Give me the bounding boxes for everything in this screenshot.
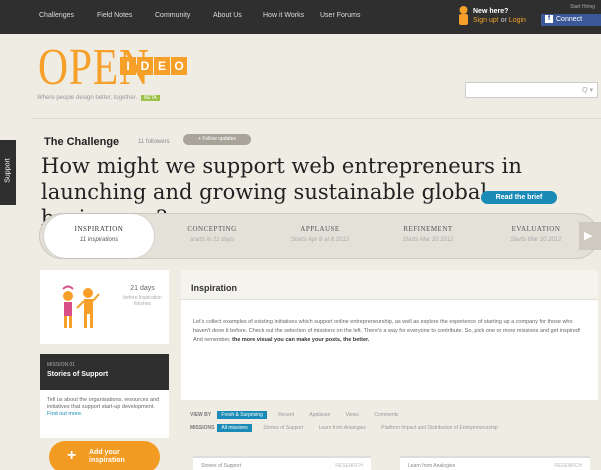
card-tag: RESEARCH (335, 463, 363, 469)
filter-platform-impact[interactable]: Platform Impact and Distribution of Entr… (377, 424, 501, 432)
corner-text: Start Hiring (570, 4, 596, 10)
phase-concepting[interactable]: CONCEPTING starts in 21 days (162, 214, 262, 258)
nav-about-us[interactable]: About Us (213, 12, 242, 19)
inspiration-header: Inspiration (181, 270, 598, 300)
filter-applause[interactable]: Applause (305, 411, 334, 419)
add-inspiration-button[interactable]: + Add your inspiration (49, 441, 160, 470)
phase-sub: starts in 21 days (190, 237, 234, 243)
tagline: Where people design better, together. BET… (37, 95, 160, 101)
days-remaining-sub: before Inspiration finishes (123, 295, 162, 307)
filter-learn-from-analogies[interactable]: Learn from Analogies (315, 424, 370, 432)
phase-name: EVALUATION (511, 225, 561, 233)
support-tab[interactable]: Support (0, 140, 16, 205)
phase-sub: Starts Apr 8 at 8.2012 (290, 237, 350, 243)
phase-next-button[interactable]: ▶ (579, 222, 601, 250)
facebook-connect-button[interactable]: f Connect (541, 14, 601, 26)
logo-ideo: I D E O (120, 57, 187, 75)
nav-user-forums[interactable]: User Forums (320, 12, 360, 19)
card-tag: RESEARCH (554, 463, 582, 469)
new-here-label: New here? (473, 8, 509, 15)
inspiration-panel: Inspiration Let's collect examples of ex… (181, 270, 598, 400)
phase-refinement[interactable]: REFINEMENT Starts Mar 20.2012 (378, 214, 478, 258)
countdown-box: 21 days before Inspiration finishes (40, 270, 169, 344)
search-glyph: Q (582, 87, 588, 94)
chevron-right-icon: ▶ (584, 230, 593, 242)
guest-icon (459, 6, 468, 25)
missions-header[interactable]: MISSION 01 Stories of Support (40, 354, 169, 390)
tagline-text: Where people design better, together. (37, 95, 138, 101)
nav-challenges[interactable]: Challenges (39, 12, 74, 19)
filter-views[interactable]: Views (342, 411, 363, 419)
connect-label: Connect (556, 16, 583, 23)
top-nav: Challenges Field Notes Community About U… (0, 0, 601, 34)
inspiration-body-bold: the more visual you can make your posts,… (232, 337, 370, 343)
card-title: Stories of Support (201, 463, 242, 469)
inspiration-body: Let's collect examples of existing initi… (193, 318, 589, 345)
phase-sub: 11 inspirations (79, 237, 119, 243)
inspiration-card[interactable]: Learn from Analogies RESEARCH (400, 456, 590, 470)
phase-applause[interactable]: APPLAUSE Starts Apr 8 at 8.2012 (270, 214, 370, 258)
logo-ideo-letter: E (154, 57, 170, 75)
filter-stories-of-support[interactable]: Stories of Support (259, 424, 307, 432)
support-label: Support (4, 158, 12, 183)
phase-name: APPLAUSE (300, 225, 340, 233)
inspiration-card[interactable]: Stories of Support RESEARCH (193, 456, 371, 470)
signup-login-links: Sign up! or Login (473, 17, 526, 24)
filter-recent[interactable]: Recent (274, 411, 298, 419)
read-brief-button[interactable]: Read the brief (481, 191, 557, 204)
filter-comments[interactable]: Comments (370, 411, 402, 419)
inspiration-title: Inspiration (191, 283, 238, 293)
header-divider (32, 118, 601, 119)
nav-community[interactable]: Community (155, 12, 190, 19)
phase-sub: Starts Mar 20.2012 (402, 237, 454, 243)
filter-all-missions[interactable]: All missions (217, 424, 252, 432)
mission-description: Tell us about the organisations, resourc… (40, 390, 169, 438)
phase-name: INSPIRATION (74, 225, 124, 233)
logo-ideo-letter: O (171, 57, 187, 75)
nav-field-notes[interactable]: Field Notes (97, 12, 132, 19)
follow-updates-button[interactable]: + Follow updates (183, 134, 251, 145)
phase-sub: Starts Mar 20.2012 (510, 237, 562, 243)
people-illustration-icon (62, 285, 100, 328)
phase-name: REFINEMENT (403, 225, 453, 233)
view-by-label: VIEW BY (190, 412, 212, 418)
signup-link[interactable]: Sign up! (473, 17, 499, 24)
nav-how-it-works[interactable]: How it Works (263, 12, 304, 19)
view-by-row: VIEW BY Fresh & Surprising Recent Applau… (190, 411, 508, 424)
login-link[interactable]: Login (509, 17, 526, 24)
phase-inspiration[interactable]: INSPIRATION 11 inspirations (44, 214, 154, 258)
add-inspiration-label: Add your inspiration (89, 449, 125, 465)
find-out-more-link[interactable]: Find out more. (47, 411, 82, 417)
phase-evaluation[interactable]: EVALUATION Starts Mar 20.2012 (486, 214, 586, 258)
plus-icon: + (67, 447, 77, 464)
phase-name: CONCEPTING (187, 225, 237, 233)
filter-fresh[interactable]: Fresh & Surprising (217, 411, 267, 419)
search-input[interactable]: Q ▾ (465, 82, 598, 98)
phase-bar: INSPIRATION 11 inspirations CONCEPTING s… (39, 213, 599, 259)
beta-badge: BETA (141, 95, 160, 101)
challenge-title: The Challenge (44, 136, 120, 148)
logo-ideo-letter: D (137, 57, 153, 75)
facebook-icon: f (545, 15, 553, 24)
add-label-line1: Add your (89, 449, 120, 456)
card-title: Learn from Analogies (408, 463, 456, 469)
add-label-line2: inspiration (89, 457, 125, 464)
days-remaining: 21 days (130, 285, 155, 292)
missions-label: MISSION 01 (47, 362, 76, 368)
missions-title: Stories of Support (47, 371, 109, 378)
mission-description-text: Tell us about the organisations, resourc… (47, 397, 160, 410)
followers-count[interactable]: 11 followers (138, 139, 170, 145)
search-icon[interactable]: Q ▾ (582, 86, 593, 94)
or-label: or (498, 17, 509, 24)
filters: VIEW BY Fresh & Surprising Recent Applau… (190, 411, 508, 437)
missions-filter-row: MISSIONS All missions Stories of Support… (190, 424, 508, 437)
missions-filter-label: MISSIONS (190, 425, 215, 431)
search-arrow: ▾ (589, 87, 593, 94)
logo-ideo-letter: I (120, 57, 136, 75)
